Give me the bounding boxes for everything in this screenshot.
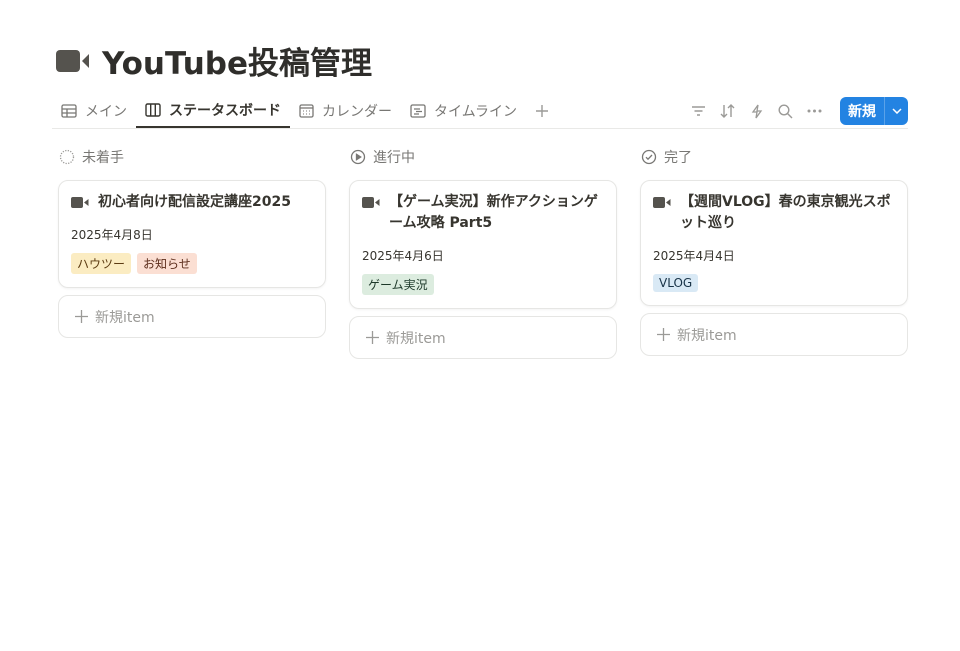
card-date: 2025年4月8日 [71,228,153,242]
add-item-label: 新規item [386,330,446,347]
plus-icon [657,328,670,341]
add-item-button[interactable]: 新規item [640,313,908,356]
view-tabs: メイン ステータスボード カレンダー タイムライン 新規 [52,94,908,129]
tab-calendar[interactable]: カレンダー [290,94,401,128]
tag: VLOG [653,274,699,292]
new-dropdown-button[interactable] [884,97,908,125]
tag: ハウツー [71,253,132,274]
dotted-circle-icon [59,149,75,165]
column-title: 完了 [664,150,692,166]
tab-label: ステータスボード [169,103,281,119]
timeline-icon [410,104,426,118]
column-title: 未着手 [82,150,124,166]
add-item-button[interactable]: 新規item [349,316,617,359]
tab-timeline[interactable]: タイムライン [401,94,526,128]
filter-icon [692,106,705,116]
search-button[interactable] [776,102,795,121]
automation-button[interactable] [747,102,766,121]
new-button[interactable]: 新規 [840,97,884,125]
tab-status-board[interactable]: ステータスボード [136,94,290,128]
add-item-button[interactable]: 新規item [58,295,326,338]
add-view-button[interactable] [526,94,558,128]
page-title-row: YouTube投稿管理 [56,38,372,83]
card-title: 初心者向け配信設定講座2025 [98,194,291,210]
video-camera-icon [71,197,89,208]
board-card[interactable]: 初心者向け配信設定講座2025 2025年4月8日 ハウツー お知らせ [58,180,326,288]
page-title: YouTube投稿管理 [102,46,372,82]
sort-icon [720,104,735,118]
more-button[interactable] [805,102,824,121]
plus-icon [536,105,549,117]
new-button-group: 新規 [840,97,908,125]
plus-icon [366,331,379,344]
column-done: 完了 【週間VLOG】春の東京観光スポット巡り 2025年4月4日 VLOG 新… [640,146,908,356]
board-icon [145,103,161,117]
tab-main[interactable]: メイン [52,94,136,128]
search-icon [778,103,793,118]
column-header: 進行中 [349,146,617,168]
video-camera-icon [56,49,89,72]
card-date: 2025年4月4日 [653,249,735,263]
column-header: 未着手 [58,146,326,168]
add-item-label: 新規item [95,309,155,326]
sort-button[interactable] [718,102,737,121]
table-icon [61,104,77,118]
board-card[interactable]: 【ゲーム実況】新作アクションゲーム攻略 Part5 2025年4月6日 ゲーム実… [349,180,617,309]
tab-label: カレンダー [322,104,392,120]
video-camera-icon [362,197,380,208]
video-camera-icon [653,197,671,208]
tab-label: タイムライン [434,104,518,120]
tab-label: メイン [85,104,127,120]
check-circle-icon [641,149,657,165]
add-item-label: 新規item [677,327,737,344]
column-title: 進行中 [373,150,415,166]
board-card[interactable]: 【週間VLOG】春の東京観光スポット巡り 2025年4月4日 VLOG [640,180,908,306]
card-title: 【ゲーム実況】新作アクションゲーム攻略 Part5 [389,194,598,231]
tag: ゲーム実況 [362,274,434,295]
calendar-icon [299,104,314,118]
lightning-icon [751,104,762,118]
tag: お知らせ [137,253,197,274]
column-header: 完了 [640,146,908,168]
plus-icon [75,310,88,323]
filter-button[interactable] [689,102,708,121]
play-circle-icon [350,149,366,165]
column-in-progress: 進行中 【ゲーム実況】新作アクションゲーム攻略 Part5 2025年4月6日 … [349,146,617,359]
column-not-started: 未着手 初心者向け配信設定講座2025 2025年4月8日 ハウツー お知らせ … [58,146,326,338]
more-icon [807,109,822,113]
card-title: 【週間VLOG】春の東京観光スポット巡り [680,194,891,231]
card-date: 2025年4月6日 [362,249,444,263]
chevron-down-icon [891,108,902,114]
